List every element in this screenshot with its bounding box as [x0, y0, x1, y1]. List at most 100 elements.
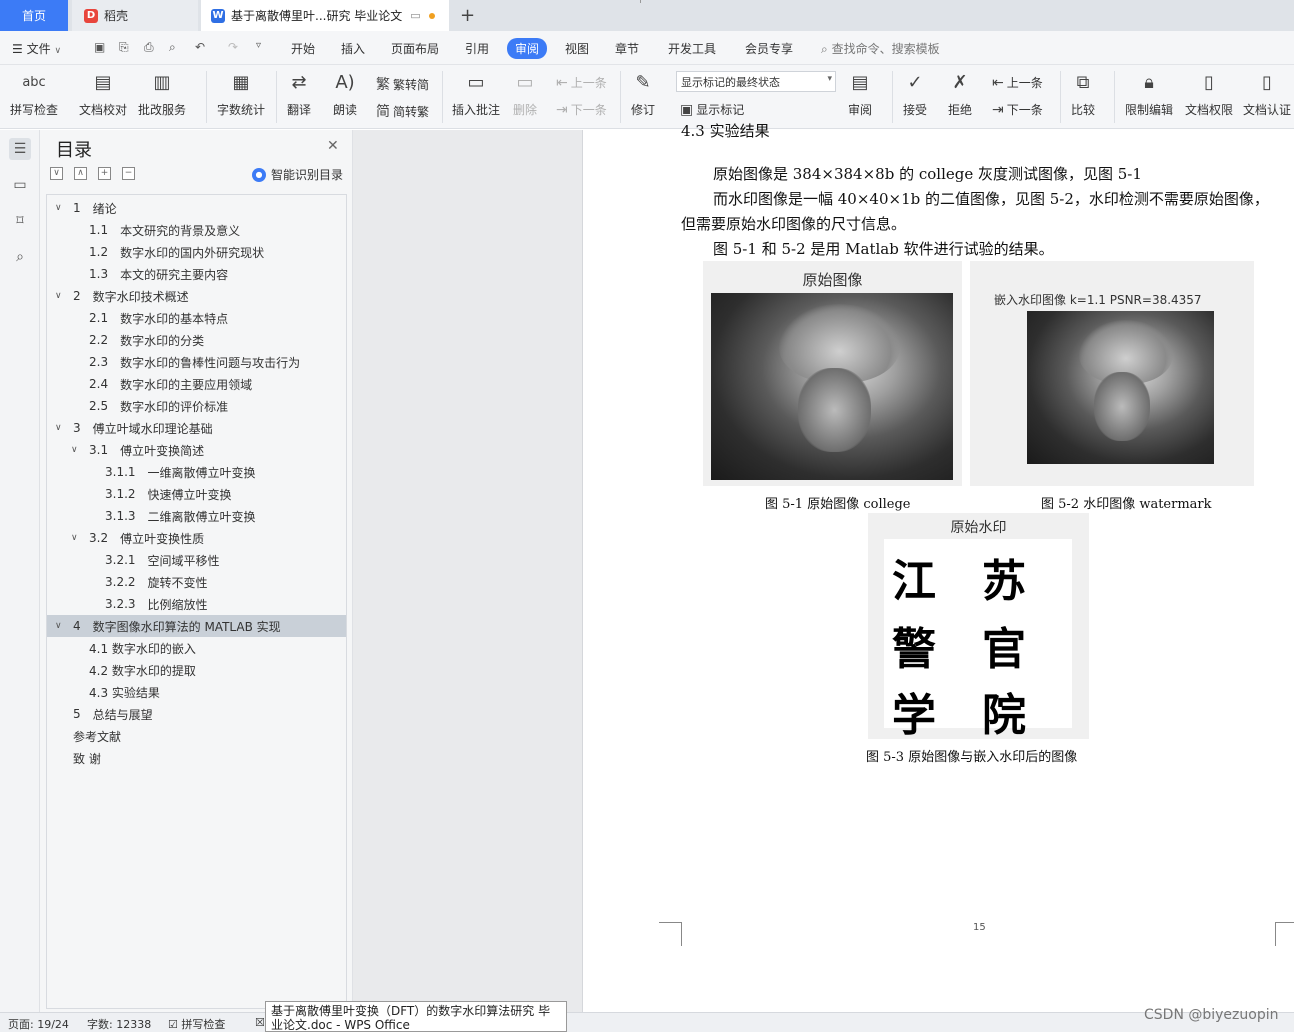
- toc-item[interactable]: 2.1 数字水印的基本特点: [47, 307, 346, 329]
- quick-access-more-icon[interactable]: ▿: [256, 40, 261, 51]
- read-aloud-button[interactable]: A) 朗读: [332, 69, 358, 118]
- restrict-edit-button[interactable]: 🔒︎ 限制编辑: [1125, 69, 1173, 118]
- undo-icon[interactable]: ↶: [195, 40, 205, 54]
- toc-item[interactable]: 3.1.2 快速傅立叶变换: [47, 483, 346, 505]
- toc-item[interactable]: 3.1.3 二维离散傅立叶变换: [47, 505, 346, 527]
- menu-member[interactable]: 会员专享: [745, 40, 793, 57]
- spellcheck-button[interactable]: abc 拼写检查: [10, 69, 58, 118]
- toc-item[interactable]: 参考文献: [47, 725, 346, 747]
- file-menu[interactable]: ☰ 文件 ∨: [12, 40, 61, 57]
- toc-icon[interactable]: ☰: [9, 138, 31, 160]
- tab-document[interactable]: W 基于离散傅里叶...研究 毕业论文 ▭: [201, 0, 449, 31]
- chevron-down-icon[interactable]: ∨: [71, 445, 83, 455]
- batch-service-button[interactable]: ▥ 批改服务: [138, 69, 186, 118]
- toc-item[interactable]: 1.3 本文的研究主要内容: [47, 263, 346, 285]
- proof-status-icon[interactable]: ☒: [255, 1016, 265, 1029]
- toc-item[interactable]: 3.1.1 一维离散傅立叶变换: [47, 461, 346, 483]
- trad-to-simp-button[interactable]: 繁 繁转简: [376, 74, 429, 94]
- doc-permission-button[interactable]: ▯ 文档权限: [1185, 69, 1233, 118]
- toc-item[interactable]: 4.3 实验结果: [47, 681, 346, 703]
- screen-icon[interactable]: ▭: [410, 9, 420, 22]
- toc-item[interactable]: 1.2 数字水印的国内外研究现状: [47, 241, 346, 263]
- toc-item-label: 傅立叶变换简述: [120, 443, 205, 458]
- bookmark-icon[interactable]: ⌑: [9, 210, 31, 232]
- checkbox-icon: ☑: [168, 1018, 178, 1031]
- toc-item[interactable]: 致 谢: [47, 747, 346, 769]
- tab-home[interactable]: 首页: [0, 0, 68, 31]
- toc-item[interactable]: ∨ 2 数字水印技术概述: [47, 285, 346, 307]
- toc-item[interactable]: ∨ 4 数字图像水印算法的 MATLAB 实现: [47, 615, 346, 637]
- menu-references[interactable]: 引用: [465, 40, 489, 57]
- expand-up-icon[interactable]: ∧: [74, 167, 87, 180]
- collapse-all-icon[interactable]: ∨: [50, 167, 63, 180]
- menu-page-layout[interactable]: 页面布局: [391, 40, 439, 57]
- doc-proof-button[interactable]: ▤ 文档校对: [79, 69, 127, 118]
- new-tab-button[interactable]: +: [460, 5, 475, 26]
- chevron-down-icon[interactable]: ∨: [55, 203, 67, 213]
- remove-heading-icon[interactable]: −: [122, 167, 135, 180]
- tab-daoke[interactable]: D 稻壳: [72, 0, 198, 31]
- toc-item[interactable]: 2.5 数字水印的评价标准: [47, 395, 346, 417]
- save-icon[interactable]: ▣: [94, 40, 105, 54]
- ribbon-divider: [892, 71, 893, 123]
- markup-status-select[interactable]: 显示标记的最终状态 ▾: [676, 71, 836, 92]
- toc-item[interactable]: 2.3 数字水印的鲁棒性问题与攻击行为: [47, 351, 346, 373]
- toc-item[interactable]: 1.1 本文研究的背景及意义: [47, 219, 346, 241]
- menu-start[interactable]: 开始: [291, 40, 315, 57]
- next-change-button[interactable]: ⇥ 下一条: [992, 101, 1043, 118]
- chevron-down-icon[interactable]: ∨: [55, 621, 67, 631]
- toc-item[interactable]: ∨ 3 傅立叶域水印理论基础: [47, 417, 346, 439]
- smart-detect-toc-button[interactable]: ● 智能识别目录: [252, 166, 343, 183]
- toc-item[interactable]: 3.2.2 旋转不变性: [47, 571, 346, 593]
- menu-review[interactable]: 审阅: [507, 38, 548, 59]
- toc-item[interactable]: ∨ 3.2 傅立叶变换性质: [47, 527, 346, 549]
- print-preview-icon[interactable]: ⌕: [169, 40, 176, 55]
- word-count-button[interactable]: ▦ 字数统计: [217, 69, 265, 118]
- menu-insert[interactable]: 插入: [341, 40, 365, 57]
- track-changes-button[interactable]: ✎ 修订: [630, 69, 656, 118]
- compare-button[interactable]: ⧉ 比较: [1070, 69, 1096, 118]
- reject-button[interactable]: ✗ 拒绝: [947, 69, 973, 118]
- accept-button[interactable]: ✓ 接受: [902, 69, 928, 118]
- document-page[interactable]: 4.3 实验结果 原始图像是 384×384×8b 的 college 灰度测试…: [582, 122, 1294, 1012]
- toc-item[interactable]: 2.4 数字水印的主要应用领域: [47, 373, 346, 395]
- close-icon[interactable]: ✕: [327, 138, 339, 154]
- delete-comment-button[interactable]: ▭ 删除: [512, 69, 538, 118]
- toc-item[interactable]: 4.1 数字水印的嵌入: [47, 637, 346, 659]
- chapter-nav-icon[interactable]: ▭: [9, 174, 31, 196]
- toc-item[interactable]: ∨ 1 绪论: [47, 197, 346, 219]
- prev-comment-button[interactable]: ⇤ 上一条: [556, 74, 607, 91]
- review-pane-button[interactable]: ▤ 审阅: [847, 69, 873, 118]
- toc-item[interactable]: 5 总结与展望: [47, 703, 346, 725]
- next-comment-button[interactable]: ⇥ 下一条: [556, 101, 607, 118]
- toc-item[interactable]: 3.2.3 比例缩放性: [47, 593, 346, 615]
- translate-button[interactable]: ⇄ 翻译: [286, 69, 312, 118]
- command-search[interactable]: ⌕ 查找命令、搜索模板: [821, 40, 940, 57]
- chevron-down-icon[interactable]: ∨: [71, 533, 83, 543]
- word-count-indicator[interactable]: 字数: 12338: [87, 1016, 151, 1032]
- toc-item[interactable]: ∨ 3.1 傅立叶变换简述: [47, 439, 346, 461]
- menu-view[interactable]: 视图: [565, 40, 589, 57]
- menu-developer[interactable]: 开发工具: [668, 40, 716, 57]
- redo-icon[interactable]: ↷: [228, 40, 238, 54]
- toc-item[interactable]: 2.2 数字水印的分类: [47, 329, 346, 351]
- page-indicator[interactable]: 页面: 19/24: [8, 1016, 69, 1032]
- chevron-down-icon[interactable]: ∨: [55, 423, 67, 433]
- insert-comment-button[interactable]: ▭ 插入批注: [452, 69, 500, 118]
- doc-certify-button[interactable]: ▯ 文档认证: [1243, 69, 1291, 118]
- toc-item[interactable]: 4.2 数字水印的提取: [47, 659, 346, 681]
- toc-item[interactable]: 3.2.1 空间域平移性: [47, 549, 346, 571]
- show-markup-icon: ▣: [680, 101, 694, 118]
- add-heading-icon[interactable]: +: [98, 167, 111, 180]
- spellcheck-status[interactable]: ☑ 拼写检查: [168, 1016, 225, 1032]
- show-markup-button[interactable]: ▣ 显示标记: [680, 101, 744, 118]
- chevron-down-icon[interactable]: ∨: [55, 291, 67, 301]
- print-icon[interactable]: ⎙: [144, 40, 154, 55]
- search-icon[interactable]: ⌕: [9, 246, 31, 268]
- nav-icon-strip: ☰ ▭ ⌑ ⌕: [0, 130, 40, 1012]
- simp-to-trad-button[interactable]: 简 简转繁: [376, 101, 429, 121]
- menu-chapter[interactable]: 章节: [615, 40, 639, 57]
- doc-certify-icon: ▯: [1262, 71, 1272, 93]
- output-icon[interactable]: ⎘: [119, 40, 129, 55]
- prev-change-button[interactable]: ⇤ 上一条: [992, 74, 1043, 91]
